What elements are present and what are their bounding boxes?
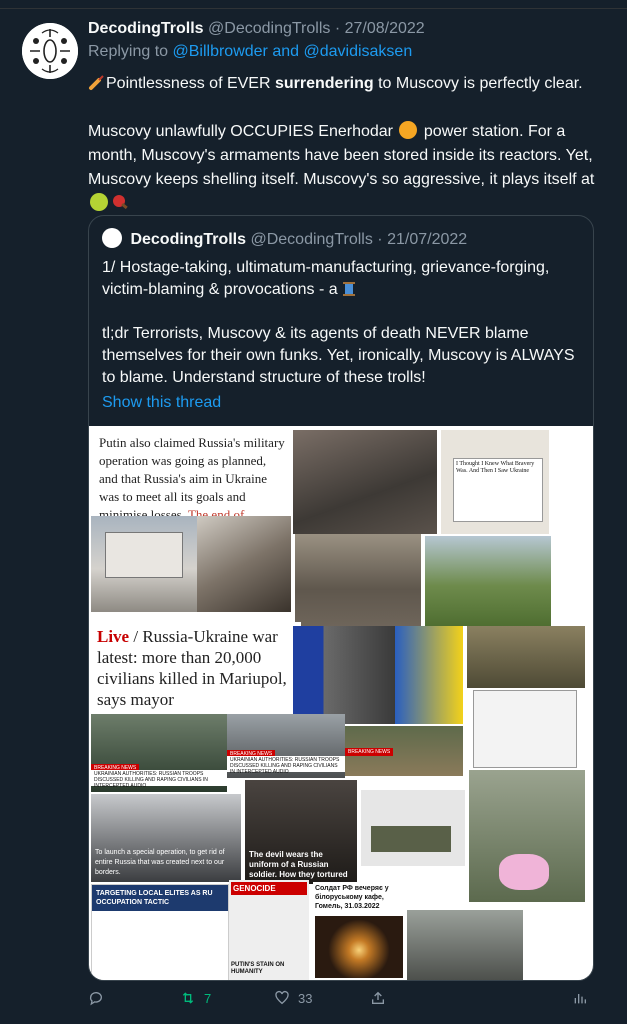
putins-stain-headline: PUTIN'S STAIN ON HUMANITY: [231, 962, 285, 975]
live-label: Live: [97, 627, 130, 646]
tweet-line1-a: Pointlessness of EVER: [106, 75, 275, 92]
analytics-button[interactable]: [572, 990, 588, 1006]
cnn-breaking-badge-3: BREAKING NEWS: [345, 748, 394, 756]
show-thread-link[interactable]: Show this thread: [102, 394, 221, 412]
devil-caption: The devil wears the uniform of a Russian…: [249, 850, 348, 879]
photo-military-vehicle: [361, 790, 465, 866]
syringe-icon: [89, 75, 104, 90]
nyt-headline: I Thought I Knew What Bravery Was. And T…: [453, 458, 543, 522]
replying-to-users-link[interactable]: @Billbrowder and @davidisaksen: [173, 43, 413, 60]
photo-soldiers-group: [467, 626, 585, 688]
quote-author-name: DecodingTrolls: [130, 231, 247, 248]
photo-bombed-building: [197, 516, 291, 612]
cnn-screen-soldier: BREAKING NEWS UKRAINIAN AUTHORITIES: RUS…: [91, 714, 227, 792]
author-name[interactable]: DecodingTrolls: [88, 20, 204, 37]
photo-leaders-handshake: [293, 626, 463, 724]
quote-avatar: [102, 228, 122, 248]
photo-mass-grave: BREAKING NEWS: [345, 726, 463, 776]
author-handle[interactable]: @DecodingTrolls: [208, 20, 330, 37]
tweet-date[interactable]: 27/08/2022: [345, 20, 425, 37]
targeting-elites-report: TARGETING LOCAL ELITES AS RU OCCUPATION …: [91, 884, 229, 980]
thread-spool-icon: [343, 282, 356, 296]
elites-caption: TARGETING LOCAL ELITES AS RU OCCUPATION …: [92, 885, 228, 911]
photo-destroyed-tanks: [293, 430, 437, 534]
quote-dot-separator: ·: [377, 231, 383, 248]
collage-blank-corner: [525, 904, 585, 980]
cafe-caption: Солдат РФ вечеряє у білоруському кафе, Г…: [315, 885, 389, 910]
retweet-button[interactable]: 7: [180, 990, 211, 1006]
quoted-tweet[interactable]: DecodingTrolls @DecodingTrolls · 21/07/2…: [88, 215, 594, 981]
heart-icon: [275, 990, 289, 1005]
quote-date: 21/07/2022: [387, 231, 468, 248]
like-count: 33: [298, 990, 313, 1006]
photo-wrecked-vehicle: [425, 536, 551, 626]
share-button[interactable]: [370, 990, 386, 1006]
quote-image-collage[interactable]: Putin also claimed Russia's military ope…: [89, 426, 593, 980]
quote-para1: 1/ Hostage-taking, ultimatum-manufacturi…: [102, 259, 550, 298]
like-button[interactable]: 33: [274, 990, 312, 1006]
cnn-caption-2: UKRAINIAN AUTHORITIES: RUSSIAN TROOPS DI…: [227, 756, 345, 775]
tennis-ball-icon: [90, 193, 108, 211]
tweet-header: DecodingTrolls @DecodingTrolls · 27/08/2…: [88, 20, 425, 38]
replying-to: Replying to @Billbrowder and @davidisaks…: [88, 43, 412, 61]
retweet-icon: [182, 992, 194, 1004]
avatar[interactable]: [22, 23, 78, 79]
tweet-line1-bold: surrendering: [274, 75, 374, 92]
quote-author-handle: @DecodingTrolls: [250, 231, 373, 248]
cnn-screen-ruins: BREAKING NEWS UKRAINIAN AUTHORITIES: RUS…: [227, 714, 345, 778]
photo-devil-uniform: The devil wears the uniform of a Russian…: [245, 780, 357, 884]
analytics-icon: [574, 994, 586, 1004]
tweet-text: Pointlessness of EVER surrendering to Mu…: [88, 72, 598, 216]
dot-separator: ·: [334, 20, 341, 37]
peskov-caption: To launch a special operation, to get ri…: [95, 849, 225, 876]
top-divider: [0, 0, 627, 9]
quote-header: DecodingTrolls @DecodingTrolls · 21/07/2…: [102, 228, 467, 249]
cartoon-sketch: [473, 690, 577, 768]
retweet-count: 7: [204, 990, 212, 1006]
newspaper-collage: I Thought I Knew What Bravery Was. And T…: [441, 430, 549, 534]
cnn-caption-1: UKRAINIAN AUTHORITIES: RUSSIAN TROOPS DI…: [91, 770, 227, 789]
guardian-live-headline: Live / Russia-Ukraine war latest: more t…: [91, 622, 301, 720]
reply-button[interactable]: [88, 990, 112, 1006]
quote-text: 1/ Hostage-taking, ultimatum-manufacturi…: [102, 257, 582, 389]
action-bar: 7 33: [88, 990, 598, 1010]
belarus-cafe-post: Солдат РФ вечеряє у білоруському кафе, Г…: [313, 882, 405, 980]
radioactive-icon: [399, 121, 418, 139]
photo-peskov-subtitle: To launch a special operation, to get ri…: [91, 794, 241, 882]
photo-putin-pony-meme: [469, 770, 585, 902]
photo-prisoners-cell: [407, 910, 523, 980]
quote-para2: tl;dr Terrorists, Muscovy & its agents o…: [102, 325, 575, 386]
tweet-line1-b: to Muscovy is perfectly clear.: [373, 75, 583, 92]
article-snippet-putin: Putin also claimed Russia's military ope…: [91, 428, 293, 524]
replying-prefix: Replying to: [88, 43, 173, 60]
avatar-art-icon: [22, 23, 78, 79]
tweet-para2-a: Muscovy unlawfully OCCUPIES Enerhodar: [88, 123, 398, 140]
genocide-headline: GENOCIDE: [231, 882, 307, 895]
ping-pong-icon: [113, 195, 128, 210]
reply-icon: [89, 992, 102, 1006]
photo-mariupol-theatre: [91, 516, 197, 612]
share-icon: [372, 991, 384, 1004]
photo-biden-zelensky-walk: [295, 534, 421, 626]
tabloid-covers: GENOCIDE PUTIN'S STAIN ON HUMANITY: [229, 880, 309, 980]
